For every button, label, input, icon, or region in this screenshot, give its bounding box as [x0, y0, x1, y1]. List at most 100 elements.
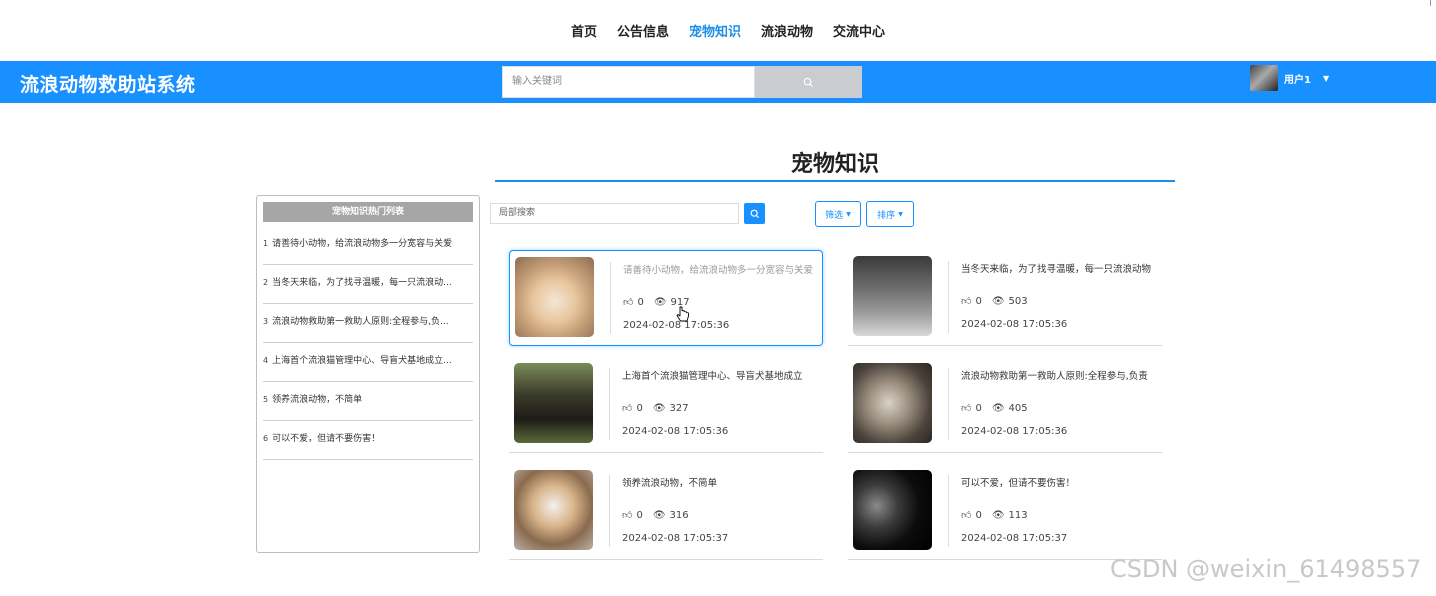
like-count: 0	[637, 296, 644, 308]
nav-pet-knowledge[interactable]: 宠物知识	[689, 21, 741, 40]
scrollbar-edge	[1430, 0, 1436, 6]
list-item[interactable]: 2 当冬天来临，为了找寻温暖，每一只流浪动...	[263, 265, 473, 304]
eye-icon: 👁︎	[652, 402, 666, 414]
eye-icon: 👁︎	[991, 295, 1005, 307]
view-count: 113	[1008, 509, 1028, 521]
card-divider	[948, 475, 949, 547]
list-item-text: 领养流浪动物，不简单	[272, 395, 363, 405]
search-button[interactable]	[755, 66, 862, 98]
hand-cursor-icon	[676, 306, 689, 322]
like-count: 0	[975, 509, 982, 521]
top-nav: 首页 公告信息 宠物知识 流浪动物 交流中心	[0, 0, 1436, 61]
thumb-up-icon: 👍︎	[623, 297, 634, 308]
list-item-number: 5	[263, 395, 269, 404]
header-bar: 流浪动物救助站系统 输入关键词 用户1 ▼	[0, 61, 1436, 103]
list-item-text: 请善待小动物，给流浪动物多一分宽容与关爱	[272, 239, 453, 249]
hot-list-title: 宠物知识热门列表	[263, 202, 473, 222]
cat-winter-thumbnail	[853, 256, 932, 336]
nav-community[interactable]: 交流中心	[833, 21, 885, 40]
thumb-up-icon: 👍︎	[622, 510, 633, 521]
like-count: 0	[975, 402, 982, 414]
card-stats: 👍︎ 0 👁︎ 113	[961, 509, 1028, 522]
card-title: 流浪动物救助第一救助人原则:全程参与,负责	[961, 371, 1148, 382]
card-stats: 👍︎ 0 👁︎ 503	[961, 295, 1028, 308]
caret-down-icon: ▼	[846, 210, 851, 218]
page-title: 宠物知识	[790, 152, 879, 177]
list-item[interactable]: 3 流浪动物救助第一救助人原则:全程参与,负...	[263, 304, 473, 343]
caret-down-icon: ▼	[898, 210, 903, 218]
article-card[interactable]: 请善待小动物，给流浪动物多一分宽容与关爱 👍︎ 0 👁︎ 917 2024-02-0…	[509, 250, 823, 346]
nav-announcements[interactable]: 公告信息	[617, 21, 669, 40]
local-search-input[interactable]: 局部搜索	[490, 203, 739, 224]
view-count: 316	[669, 509, 689, 521]
list-item-number: 3	[263, 317, 269, 326]
sort-label: 排序	[877, 210, 896, 221]
eye-icon: 👁︎	[653, 296, 667, 308]
eye-icon: 👁︎	[991, 509, 1005, 521]
card-title: 当冬天来临，为了找寻温暖，每一只流浪动物	[961, 264, 1152, 275]
thumb-up-icon: 👍︎	[961, 510, 972, 521]
guide-dog-thumbnail	[514, 363, 593, 443]
site-title: 流浪动物救助站系统	[20, 74, 196, 96]
watermark: CSDN @weixin_61498557	[1110, 555, 1422, 583]
thumb-up-icon: 👍︎	[961, 296, 972, 307]
list-item-text: 可以不爱，但请不要伤害！	[272, 434, 381, 444]
card-divider	[609, 368, 610, 440]
card-date: 2024-02-08 17:05:37	[961, 533, 1068, 544]
list-item-number: 6	[263, 434, 269, 443]
local-search-button[interactable]	[744, 203, 765, 224]
chevron-down-icon: ▼	[1322, 73, 1330, 83]
list-item-text: 当冬天来临，为了找寻温暖，每一只流浪动...	[272, 278, 452, 288]
hot-list-panel: 宠物知识热门列表 1 请善待小动物，给流浪动物多一分宽容与关爱 2 当冬天来临，为了…	[256, 195, 480, 553]
list-item-number: 4	[263, 356, 269, 365]
card-date: 2024-02-08 17:05:36	[961, 319, 1068, 330]
list-item[interactable]: 4 上海首个流浪猫管理中心、导盲犬基地成立...	[263, 343, 473, 382]
card-title: 请善待小动物，给流浪动物多一分宽容与关爱	[623, 265, 814, 276]
like-count: 0	[975, 295, 982, 307]
nav-stray-animals[interactable]: 流浪动物	[761, 21, 813, 40]
article-card[interactable]: 流浪动物救助第一救助人原则:全程参与,负责 👍︎ 0 👁︎ 405 2024-02-…	[848, 357, 1162, 453]
user-name: 用户1	[1284, 74, 1311, 86]
list-item-text: 上海首个流浪猫管理中心、导盲犬基地成立...	[272, 356, 452, 366]
like-count: 0	[636, 509, 643, 521]
card-divider	[609, 475, 610, 547]
list-item-number: 1	[263, 239, 269, 248]
eye-icon: 👁︎	[991, 402, 1005, 414]
list-item[interactable]: 6 可以不爱，但请不要伤害！	[263, 421, 473, 460]
article-card[interactable]: 可以不爱，但请不要伤害！ 👍︎ 0 👁︎ 113 2024-02-08 17:05:…	[848, 464, 1162, 560]
avatar	[1250, 65, 1278, 91]
thumb-up-icon: 👍︎	[961, 403, 972, 414]
chihuahua-thumbnail	[514, 470, 593, 550]
view-count: 405	[1008, 402, 1028, 414]
filter-button[interactable]: 筛选 ▼	[815, 201, 861, 227]
like-count: 0	[636, 402, 643, 414]
search-icon	[803, 77, 814, 87]
card-date: 2024-02-08 17:05:37	[622, 533, 729, 544]
card-stats: 👍︎ 0 👁︎ 405	[961, 402, 1028, 415]
list-item[interactable]: 1 请善待小动物，给流浪动物多一分宽容与关爱	[263, 226, 473, 265]
eye-icon: 👁︎	[652, 509, 666, 521]
card-stats: 👍︎ 0 👁︎ 316	[622, 509, 689, 522]
card-date: 2024-02-08 17:05:36	[961, 426, 1068, 437]
nav-home[interactable]: 首页	[571, 21, 597, 40]
list-item-number: 2	[263, 278, 269, 287]
sort-button[interactable]: 排序 ▼	[866, 201, 914, 227]
article-card[interactable]: 上海首个流浪猫管理中心、导盲犬基地成立 👍︎ 0 👁︎ 327 2024-02-08…	[509, 357, 823, 453]
user-menu[interactable]: 用户1 ▼	[1250, 65, 1329, 91]
card-date: 2024-02-08 17:05:36	[622, 426, 729, 437]
card-title: 可以不爱，但请不要伤害！	[961, 478, 1076, 489]
list-item[interactable]: 5 领养流浪动物，不简单	[263, 382, 473, 421]
thumb-up-icon: 👍︎	[622, 403, 633, 414]
article-card[interactable]: 领养流浪动物，不简单 👍︎ 0 👁︎ 316 2024-02-08 17:05:37	[509, 464, 823, 560]
view-count: 503	[1008, 295, 1028, 307]
card-divider	[948, 261, 949, 333]
card-title: 上海首个流浪猫管理中心、导盲犬基地成立	[622, 371, 803, 382]
stray-cats-thumbnail	[853, 363, 932, 443]
article-card[interactable]: 当冬天来临，为了找寻温暖，每一只流浪动物 👍︎ 0 👁︎ 503 2024-02-0…	[848, 250, 1162, 346]
cat-silhouette-thumbnail	[853, 470, 932, 550]
heading-divider	[495, 180, 1175, 182]
pomeranian-thumbnail	[515, 257, 594, 337]
search-input[interactable]: 输入关键词	[502, 66, 755, 98]
list-item-text: 流浪动物救助第一救助人原则:全程参与,负...	[272, 317, 449, 327]
card-title: 领养流浪动物，不简单	[622, 478, 718, 489]
